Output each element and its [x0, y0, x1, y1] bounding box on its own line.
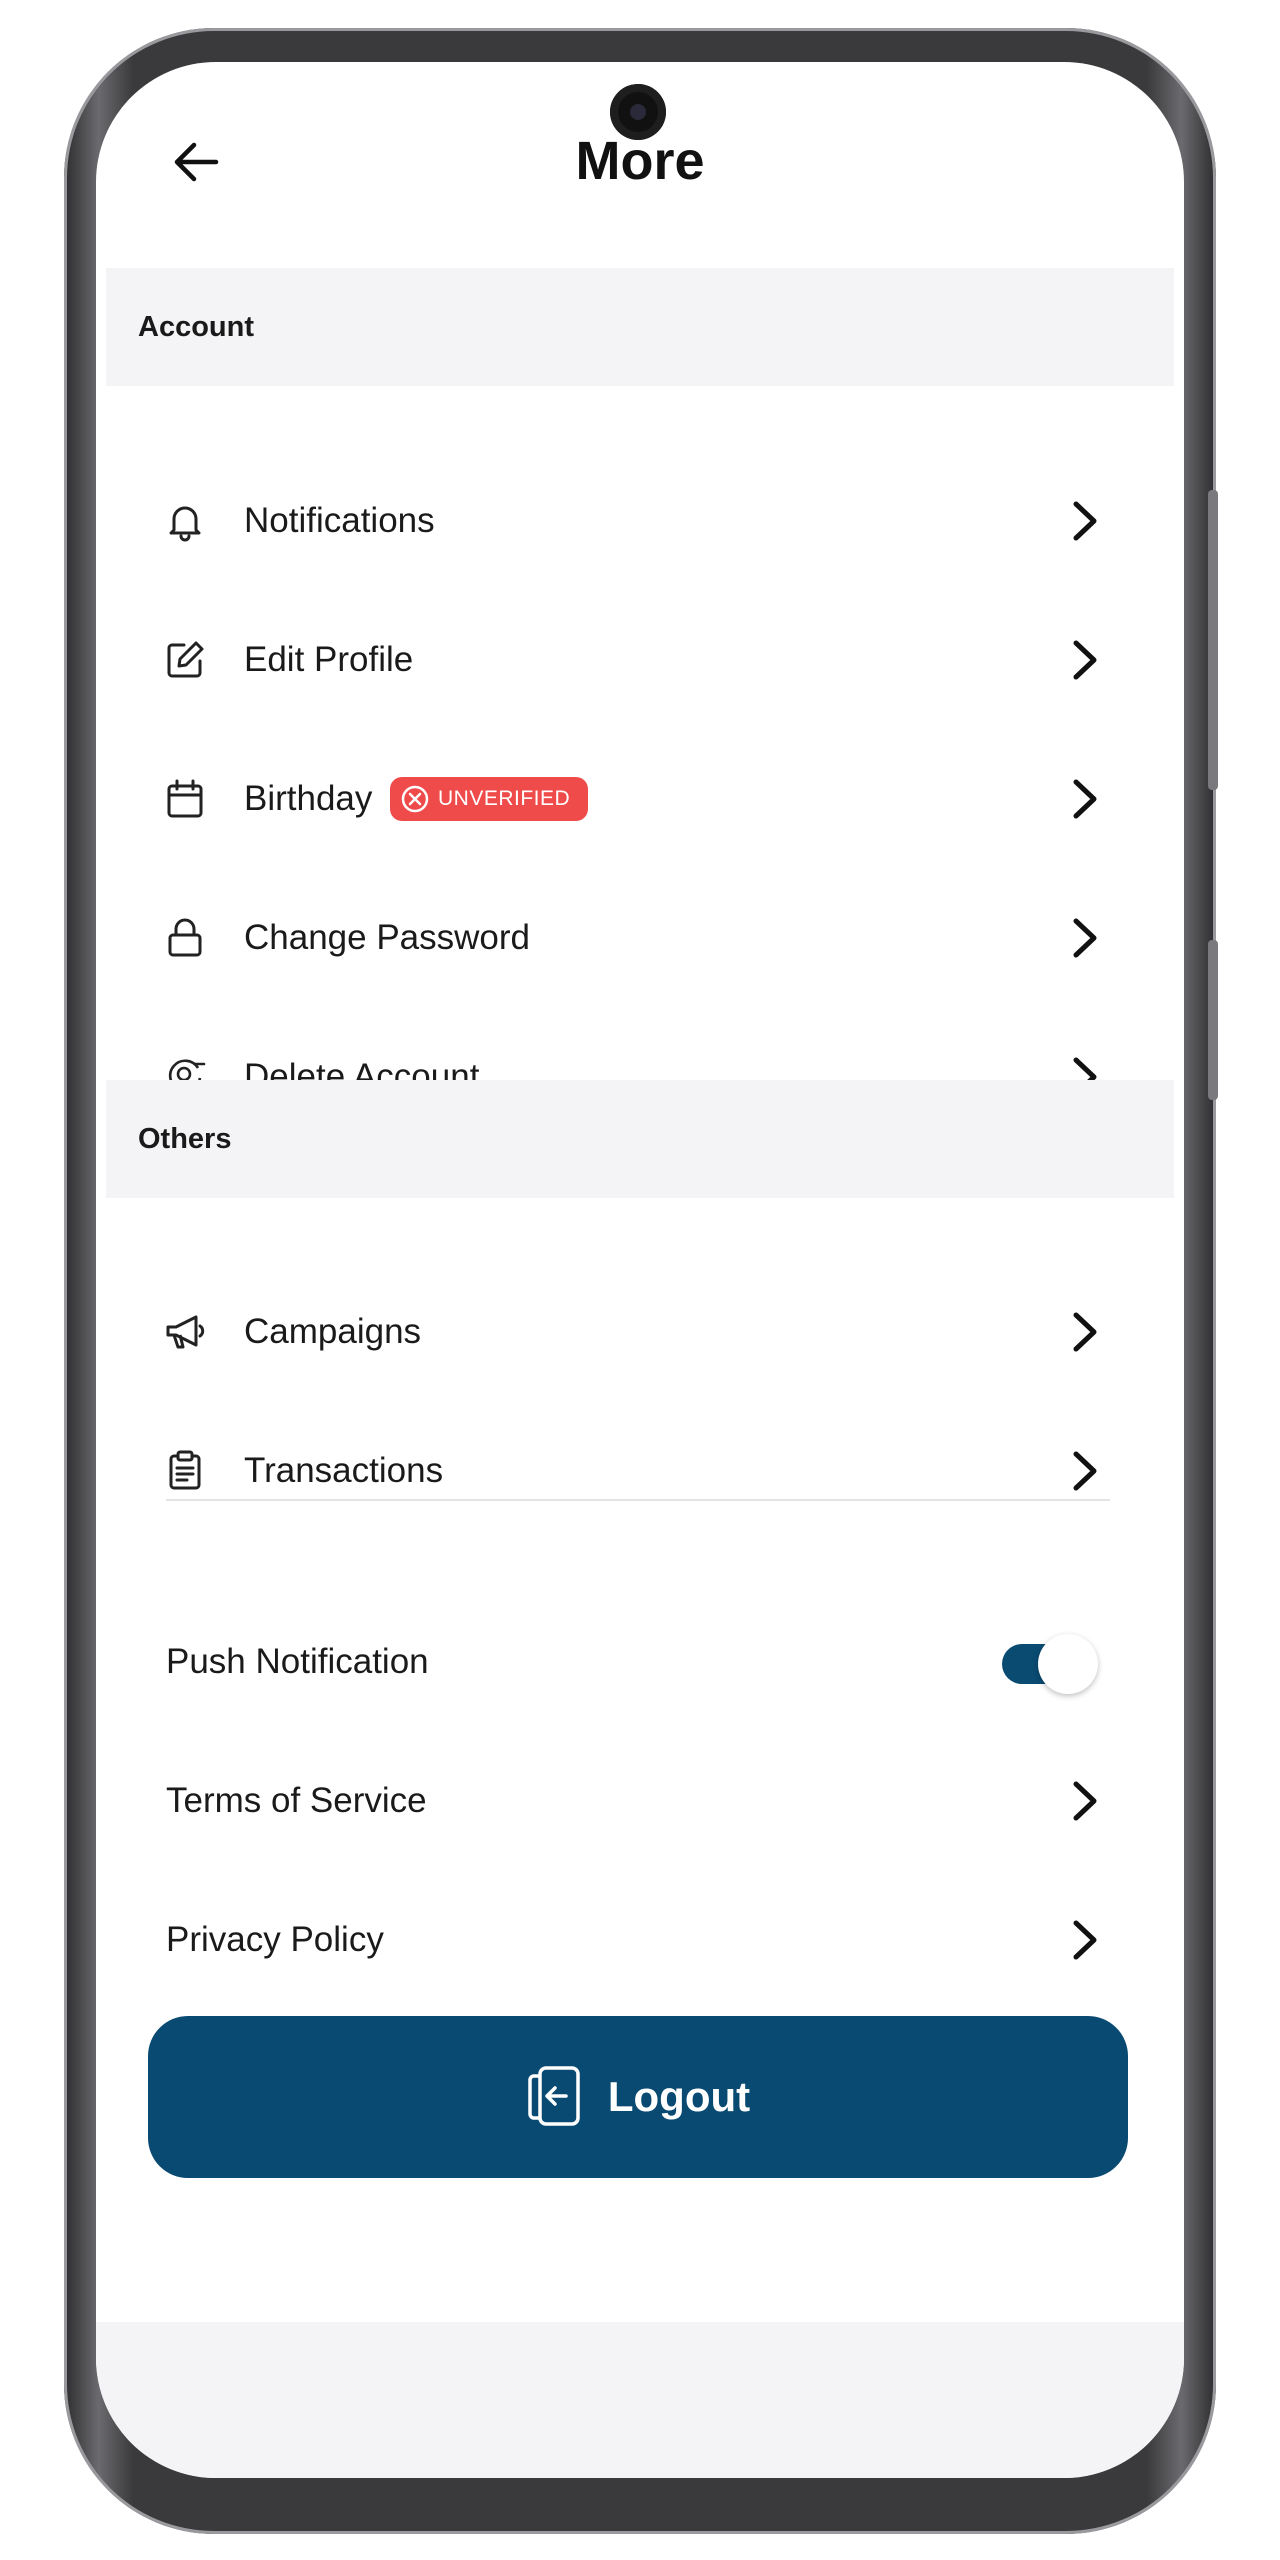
- unverified-badge: UNVERIFIED: [390, 776, 589, 821]
- chevron-right-icon: [1073, 779, 1097, 818]
- section-header-others: Others: [106, 1080, 1174, 1198]
- calendar-icon: [162, 776, 208, 822]
- megaphone-icon: [162, 1309, 208, 1355]
- clipboard-icon: [162, 1448, 208, 1494]
- page-title: More: [575, 131, 705, 191]
- logout-button[interactable]: Logout: [148, 2016, 1128, 2178]
- lock-icon: [162, 915, 208, 961]
- section-header-account: Account: [106, 268, 1174, 386]
- header: More: [96, 62, 1184, 268]
- chevron-right-icon: [1073, 1451, 1097, 1490]
- chevron-right-icon: [1073, 1920, 1097, 1959]
- menu-item-terms-of-service[interactable]: Terms of Service: [96, 1731, 1184, 1870]
- menu-item-label: Terms of Service: [166, 1780, 427, 1820]
- menu-item-birthday[interactable]: Birthday UNVERIFIED: [96, 729, 1184, 868]
- power-button: [1208, 940, 1218, 1100]
- chevron-right-icon: [1073, 1781, 1097, 1820]
- menu-item-edit-profile[interactable]: Edit Profile: [96, 590, 1184, 729]
- menu-item-campaigns[interactable]: Campaigns: [96, 1262, 1184, 1401]
- chevron-right-icon: [1073, 918, 1097, 957]
- setting-push-notification: Push Notification: [96, 1592, 1184, 1731]
- menu-item-label: Transactions: [244, 1450, 444, 1490]
- menu-item-notifications[interactable]: Notifications: [96, 451, 1184, 590]
- bottom-bar: [96, 2322, 1184, 2478]
- bell-icon: [162, 498, 208, 544]
- volume-button: [1208, 490, 1218, 790]
- edit-icon: [162, 637, 208, 683]
- chevron-right-icon: [1073, 640, 1097, 679]
- x-circle-icon: [401, 785, 429, 812]
- divider: [166, 1499, 1110, 1501]
- menu-item-label: Privacy Policy: [166, 1919, 384, 1959]
- chevron-right-icon: [1073, 501, 1097, 540]
- menu-item-label: Change Password: [244, 917, 530, 957]
- push-notification-toggle[interactable]: [1000, 1633, 1100, 1694]
- logout-label: Logout: [607, 2073, 751, 2120]
- menu-item-label: Notifications: [244, 500, 435, 540]
- menu-item-label: Campaigns: [244, 1311, 422, 1351]
- badge-label: UNVERIFIED: [438, 786, 571, 810]
- menu-item-label: Edit Profile: [244, 639, 414, 679]
- menu-item-label: Birthday: [244, 778, 373, 818]
- menu-item-transactions[interactable]: Transactions: [96, 1401, 1184, 1540]
- menu-item-change-password[interactable]: Change Password: [96, 868, 1184, 1007]
- toggle-knob: [1038, 1633, 1098, 1694]
- chevron-right-icon: [1073, 1312, 1097, 1351]
- setting-label: Push Notification: [166, 1641, 429, 1681]
- app-screen: More Account Notifications Edit Profile …: [96, 62, 1184, 2478]
- logout-icon: [528, 2066, 580, 2126]
- menu-item-privacy-policy[interactable]: Privacy Policy: [96, 1870, 1184, 2009]
